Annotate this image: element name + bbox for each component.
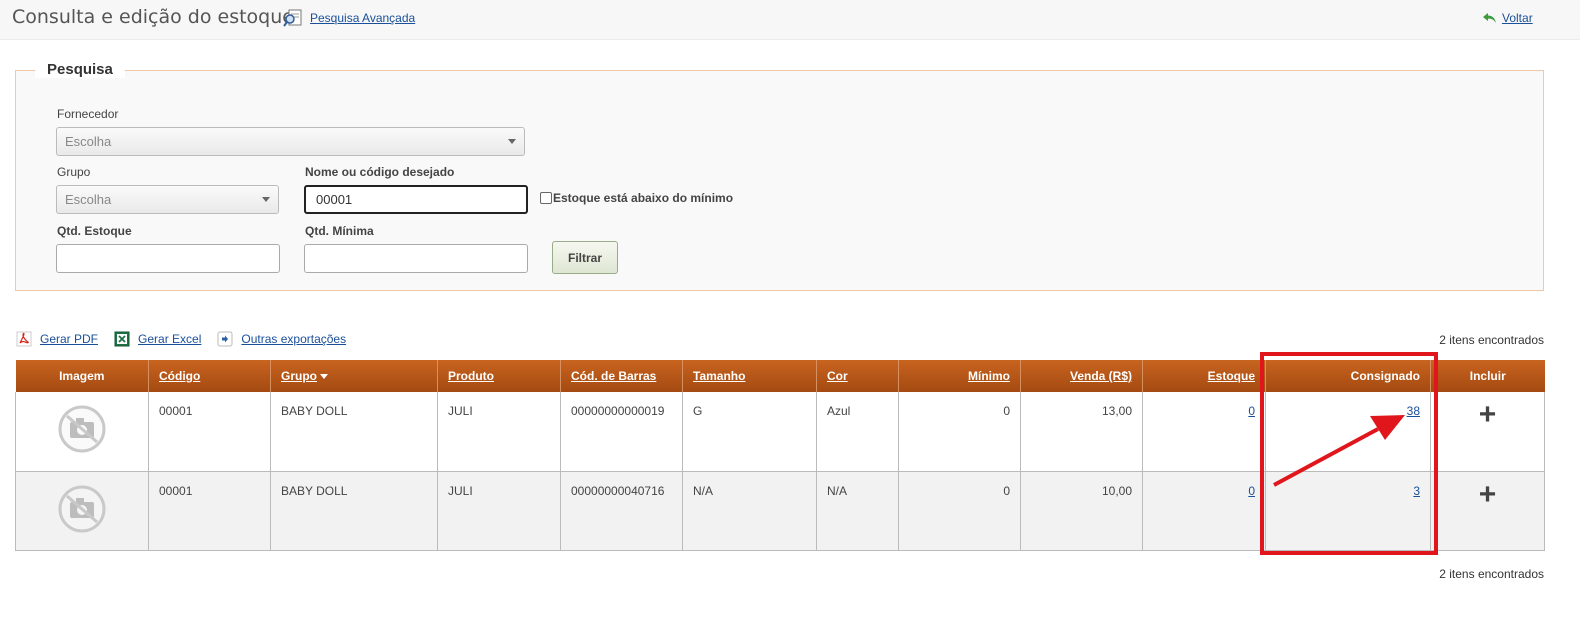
include-cell: + <box>1430 392 1545 472</box>
page-title: Consulta e edição do estoque <box>12 6 294 28</box>
col-produto-link[interactable]: Produto <box>448 369 494 383</box>
qtd-estoque-label: Qtd. Estoque <box>57 224 132 238</box>
venda-cell: 10,00 <box>1020 471 1143 551</box>
table-row: 00001 BABY DOLL JULI 00000000040716 N/A … <box>15 471 1545 551</box>
codigo-cell: 00001 <box>148 471 271 551</box>
plus-icon[interactable]: + <box>1479 479 1497 509</box>
nome-label: Nome ou código desejado <box>305 165 455 179</box>
search-document-icon <box>283 9 302 27</box>
col-venda[interactable]: Venda (R$) <box>1020 360 1143 392</box>
no-camera-icon <box>58 405 106 453</box>
minimo-cell: 0 <box>898 392 1021 472</box>
col-minimo-link[interactable]: Mínimo <box>968 369 1010 383</box>
results-count-bottom: 2 itens encontrados <box>1439 567 1544 581</box>
grupo-select[interactable]: Escolha <box>56 185 279 214</box>
fornecedor-label: Fornecedor <box>57 107 119 121</box>
col-incluir: Incluir <box>1430 360 1545 392</box>
no-camera-icon <box>58 485 106 532</box>
col-estoque-link[interactable]: Estoque <box>1208 369 1255 383</box>
col-codigo[interactable]: Código <box>148 360 271 392</box>
back-link-group[interactable]: Voltar <box>1483 11 1533 25</box>
grupo-cell: BABY DOLL <box>270 471 438 551</box>
estoque-link[interactable]: 0 <box>1248 404 1255 418</box>
back-arrow-icon <box>1483 13 1496 23</box>
col-minimo[interactable]: Mínimo <box>898 360 1021 392</box>
consignado-cell: 3 <box>1265 471 1431 551</box>
export-excel-link[interactable]: Gerar Excel <box>138 332 201 346</box>
produto-cell: JULI <box>437 392 561 472</box>
filter-button[interactable]: Filtrar <box>552 241 618 274</box>
col-venda-link[interactable]: Venda (R$) <box>1070 369 1132 383</box>
results-count-top: 2 itens encontrados <box>1439 333 1544 347</box>
col-estoque[interactable]: Estoque <box>1142 360 1266 392</box>
grupo-cell: BABY DOLL <box>270 392 438 472</box>
grupo-label: Grupo <box>57 165 91 179</box>
fornecedor-select[interactable]: Escolha <box>56 127 525 156</box>
export-other[interactable]: Outras exportações <box>216 330 346 348</box>
estoque-cell: 0 <box>1142 392 1266 472</box>
export-pdf[interactable]: Gerar PDF <box>15 330 98 348</box>
fornecedor-value: Escolha <box>65 134 112 149</box>
barras-cell: 00000000040716 <box>560 471 683 551</box>
col-codigo-link[interactable]: Código <box>159 369 200 383</box>
image-cell <box>15 471 149 551</box>
qtd-estoque-input[interactable] <box>56 244 280 273</box>
export-other-link[interactable]: Outras exportações <box>241 332 346 346</box>
minimo-cell: 0 <box>898 471 1021 551</box>
consignado-link[interactable]: 38 <box>1407 404 1420 418</box>
cor-cell: N/A <box>816 471 899 551</box>
chevron-down-icon <box>262 197 270 202</box>
export-excel[interactable]: Gerar Excel <box>113 330 201 348</box>
search-legend: Pesquisa <box>35 61 125 78</box>
col-grupo-link[interactable]: Grupo <box>281 369 317 383</box>
col-consignado: Consignado <box>1265 360 1431 392</box>
produto-cell: JULI <box>437 471 561 551</box>
col-cor-link[interactable]: Cor <box>827 369 848 383</box>
qtd-minima-label: Qtd. Mínima <box>305 224 374 238</box>
venda-cell: 13,00 <box>1020 392 1143 472</box>
excel-icon <box>113 330 131 348</box>
consignado-cell: 38 <box>1265 392 1431 472</box>
qtd-minima-input[interactable] <box>304 244 528 273</box>
nome-input[interactable] <box>304 185 528 214</box>
export-arrow-icon <box>216 330 234 348</box>
image-cell <box>15 392 149 472</box>
col-produto[interactable]: Produto <box>437 360 561 392</box>
chevron-down-icon <box>508 139 516 144</box>
barras-cell: 00000000000019 <box>560 392 683 472</box>
sort-down-icon <box>320 374 329 379</box>
estoque-link[interactable]: 0 <box>1248 484 1255 498</box>
back-link[interactable]: Voltar <box>1502 11 1533 25</box>
consignado-link[interactable]: 3 <box>1413 484 1420 498</box>
col-barras-link[interactable]: Cód. de Barras <box>571 369 656 383</box>
stock-table: Imagem Código Grupo Produto Cód. de Barr… <box>15 360 1545 551</box>
advanced-search-link[interactable]: Pesquisa Avançada <box>310 11 415 25</box>
col-tamanho[interactable]: Tamanho <box>682 360 817 392</box>
estoque-cell: 0 <box>1142 471 1266 551</box>
codigo-cell: 00001 <box>148 392 271 472</box>
table-row: 00001 BABY DOLL JULI 00000000000019 G Az… <box>15 392 1545 472</box>
col-tamanho-link[interactable]: Tamanho <box>693 369 745 383</box>
tamanho-cell: N/A <box>682 471 817 551</box>
grupo-value: Escolha <box>65 192 112 207</box>
advanced-search[interactable]: Pesquisa Avançada <box>283 9 415 27</box>
include-cell: + <box>1430 471 1545 551</box>
estoque-minimo-filter[interactable]: Estoque está abaixo do mínimo <box>540 191 733 205</box>
col-grupo[interactable]: Grupo <box>270 360 438 392</box>
table-header: Imagem Código Grupo Produto Cód. de Barr… <box>15 360 1545 392</box>
estoque-minimo-label: Estoque está abaixo do mínimo <box>553 191 734 205</box>
cor-cell: Azul <box>816 392 899 472</box>
top-bar: Consulta e edição do estoque Pesquisa Av… <box>0 0 1580 40</box>
col-barras[interactable]: Cód. de Barras <box>560 360 683 392</box>
col-imagem: Imagem <box>15 360 149 392</box>
col-cor[interactable]: Cor <box>816 360 899 392</box>
export-pdf-link[interactable]: Gerar PDF <box>40 332 98 346</box>
pdf-icon <box>15 330 33 348</box>
plus-icon[interactable]: + <box>1479 400 1497 430</box>
tamanho-cell: G <box>682 392 817 472</box>
export-bar: Gerar PDF Gerar Excel Outras exportações <box>15 330 361 348</box>
estoque-minimo-checkbox[interactable] <box>540 192 552 204</box>
